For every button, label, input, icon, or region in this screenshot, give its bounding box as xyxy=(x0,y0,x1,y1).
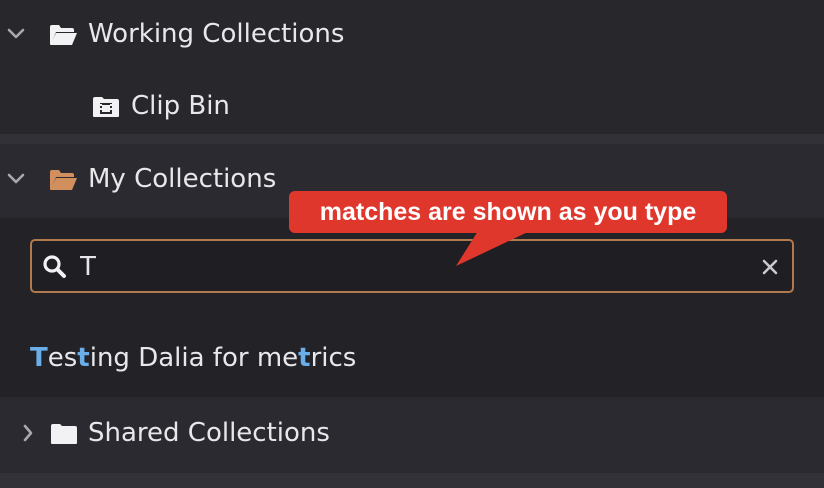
match-highlight: T xyxy=(30,343,48,373)
folder-icon xyxy=(50,423,78,449)
search-result-label: Testing Dalia for metrics xyxy=(30,342,356,374)
result-text-segment: ing Dalia for me xyxy=(89,343,299,373)
search-input[interactable] xyxy=(80,249,740,285)
result-text-segment: es xyxy=(47,343,78,373)
match-highlight: t xyxy=(77,343,90,373)
tree-row-working-collections[interactable]: Working Collections xyxy=(0,14,824,54)
bottom-divider xyxy=(0,473,824,488)
tree-label-clip-bin: Clip Bin xyxy=(131,91,230,121)
chevron-right-icon[interactable] xyxy=(16,421,40,445)
folder-open-icon xyxy=(48,24,78,50)
search-result-item[interactable]: Testing Dalia for metrics xyxy=(0,338,824,378)
tree-row-clip-bin[interactable]: Clip Bin xyxy=(0,86,824,126)
film-bin-icon xyxy=(92,96,120,122)
search-field[interactable] xyxy=(30,239,794,293)
search-icon xyxy=(42,254,68,284)
folder-open-icon xyxy=(48,169,78,195)
close-icon[interactable] xyxy=(756,253,784,281)
match-highlight: t xyxy=(298,343,311,373)
tree-row-shared-collections[interactable]: Shared Collections xyxy=(0,413,824,453)
chevron-down-icon[interactable] xyxy=(4,22,28,46)
tree-label-working-collections: Working Collections xyxy=(88,19,345,49)
tree-label-my-collections: My Collections xyxy=(88,164,277,194)
section-divider xyxy=(0,134,824,144)
result-text-segment: rics xyxy=(310,343,357,373)
tooltip: matches are shown as you type xyxy=(289,191,727,233)
tree-label-shared-collections: Shared Collections xyxy=(88,418,330,448)
chevron-down-icon[interactable] xyxy=(4,167,28,191)
